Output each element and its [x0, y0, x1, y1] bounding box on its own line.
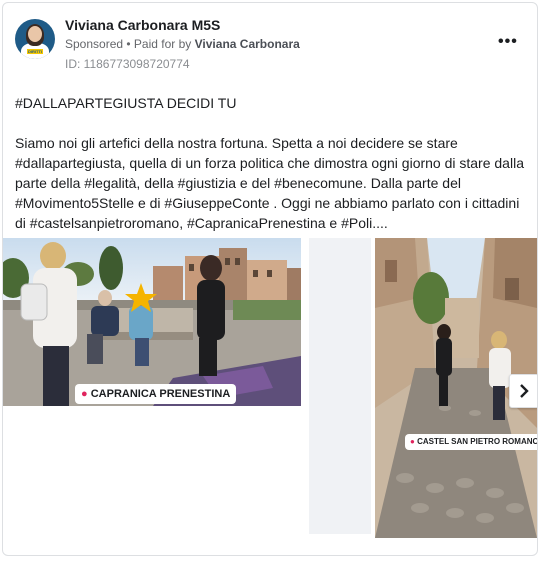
author-name[interactable]: Viviana Carbonara M5S: [65, 17, 220, 33]
body-line: #dallapartegiusta, quella di un forza po…: [15, 155, 524, 171]
carousel-next-button[interactable]: [509, 374, 537, 408]
location-pin-icon: ●: [81, 388, 88, 400]
avatar-face: [28, 26, 42, 42]
location-label: CASTEL SAN PIETRO ROMANO: [417, 437, 537, 446]
paid-by-name: Viviana Carbonara: [194, 37, 300, 51]
image-carousel: ● CAPRANICA PRENESTINA ● CASTEL SAN PIET…: [3, 238, 537, 538]
body-line: Siamo noi gli artefici della nostra fort…: [15, 135, 458, 151]
sponsored-label: Sponsored: [65, 37, 124, 51]
photo-scene-capranica: [3, 238, 301, 406]
location-tag-capranica: ● CAPRANICA PRENESTINA: [75, 384, 237, 404]
body-line: #Movimento5Stelle e di #GiuseppeConte . …: [15, 195, 520, 211]
ad-body: Siamo noi gli artefici della nostra fort…: [15, 133, 531, 233]
more-options-icon[interactable]: •••: [498, 33, 518, 51]
carousel-card-footer: [309, 238, 371, 534]
avatar-badge: DIRITTI: [27, 49, 43, 54]
body-line: parte della #legalità, della #giustizia …: [15, 175, 461, 191]
avatar[interactable]: DIRITTI: [15, 19, 55, 59]
location-tag-castel: ● CASTEL SAN PIETRO ROMANO: [405, 434, 537, 450]
ad-card: DIRITTI Viviana Carbonara M5S Sponsored …: [2, 2, 538, 556]
chevron-right-icon: [520, 384, 529, 398]
carousel-photo-capranica[interactable]: ● CAPRANICA PRENESTINA: [3, 238, 301, 406]
sponsored-line: Sponsored • Paid for by Viviana Carbonar…: [65, 37, 300, 51]
ad-headline: #DALLAPARTEGIUSTA DECIDI TU: [15, 95, 237, 111]
paid-for-prefix: • Paid for by: [126, 37, 192, 51]
body-line: di #castelsanpietroromano, #CapranicaPre…: [15, 215, 388, 231]
location-pin-icon: ●: [410, 437, 415, 446]
ad-id: ID: 1186773098720774: [65, 57, 190, 71]
location-label: CAPRANICA PRENESTINA: [90, 388, 231, 400]
